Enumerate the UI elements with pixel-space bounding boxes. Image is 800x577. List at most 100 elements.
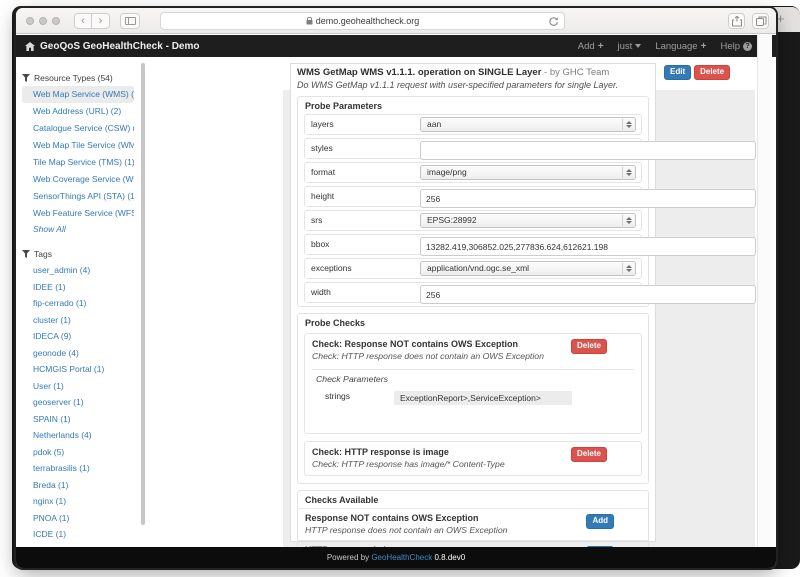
probe-parameters-heading: Probe Parameters (298, 97, 648, 114)
tags-label: Tags (34, 249, 52, 259)
tag-label: PNOA (1) (33, 513, 69, 523)
probe-actions: Edit Delete (664, 65, 730, 80)
lock-icon (306, 14, 313, 30)
back-button[interactable] (74, 13, 92, 29)
sidebar-item-resource-type[interactable]: Web Map Service (WMS) (26) (22, 86, 134, 103)
share-button[interactable] (728, 13, 745, 29)
resource-types-header: Resource Types (54) (22, 70, 140, 86)
sidebar-item-resource-type[interactable]: Web Map Tile Service (WMTS) (4) (22, 137, 134, 154)
browser-toolbar: demo.geohealthcheck.org (16, 8, 776, 34)
sidebar-item-resource-type[interactable]: SensorThings API (STA) (1) (22, 188, 134, 205)
edit-button[interactable]: Edit (664, 65, 691, 80)
sidebar-item-tag[interactable]: SPAIN (1) (22, 411, 134, 428)
sidebar-item-tag[interactable]: IDEE (1) (22, 279, 134, 296)
sidebar: Resource Types (54) Web Map Service (WMS… (16, 57, 140, 547)
param-select[interactable]: EPSG:28992 (420, 213, 636, 228)
stepper-icon (622, 263, 634, 274)
tag-label: ICDE (1) (33, 529, 66, 539)
sidebar-item-tag[interactable]: Netherlands (4) (22, 427, 134, 444)
page-scrollbar[interactable] (757, 35, 772, 547)
traffic-lights (26, 17, 60, 25)
probe-checks-list: Check: Response NOT contains OWS Excepti… (298, 333, 648, 476)
show-all-link[interactable]: Show All (22, 222, 140, 237)
sidebar-item-tag[interactable]: fip-cerrado (1) (22, 295, 134, 312)
param-select[interactable]: aan (420, 117, 636, 132)
sidebar-item-label: Tile Map Service (TMS) (1) (33, 157, 134, 167)
param-input[interactable] (420, 237, 756, 256)
sidebar-item-resource-type[interactable]: Web Coverage Service (WCS) (2) (22, 171, 134, 188)
sidebar-item-tag[interactable]: terrabrasilis (1) (22, 460, 134, 477)
sidebar-item-label: Catalogue Service (CSW) (13) (33, 123, 134, 133)
plus-icon (598, 41, 604, 52)
param-input[interactable] (420, 141, 756, 160)
sidebar-item-tag[interactable]: cluster (1) (22, 312, 134, 329)
check-box: Check: Response NOT contains OWS Excepti… (304, 333, 642, 434)
probe-checks-heading: Probe Checks (298, 314, 648, 331)
param-select[interactable]: application/vnd.ogc.se_xml (420, 261, 636, 276)
tag-label: IDEE (1) (33, 282, 66, 292)
navbar-brand[interactable]: GeoQoS GeoHealthCheck - Demo (25, 35, 199, 57)
nav-language-dropdown[interactable]: Language (655, 41, 706, 52)
probe-byline: - by GHC Team (541, 67, 609, 78)
tag-label: nginx (1) (33, 496, 66, 506)
sidebar-item-resource-type[interactable]: Tile Map Service (TMS) (1) (22, 154, 134, 171)
checks-available-list: Response NOT contains OWS Exception Add … (298, 508, 648, 547)
check-delete-button[interactable]: Delete (571, 447, 607, 462)
sidebar-item-tag[interactable]: HCMGIS Portal (1) (22, 361, 134, 378)
tab-overview-button[interactable] (752, 13, 769, 29)
sidebar-item-resource-type[interactable]: Catalogue Service (CSW) (13) (22, 120, 134, 137)
sidebar-toggle-button[interactable] (120, 13, 140, 29)
sidebar-item-tag[interactable]: User (1) (22, 378, 134, 395)
nav-help[interactable]: Help (720, 41, 752, 52)
minimize-window-button[interactable] (39, 17, 47, 25)
form-row: srs EPSG:28992 (304, 210, 642, 231)
address-bar[interactable]: demo.geohealthcheck.org (160, 12, 565, 30)
sidebar-item-tag[interactable]: user_admin (4) (22, 262, 134, 279)
form-row: format image/png (304, 162, 642, 183)
check-delete-button[interactable]: Delete (571, 339, 607, 354)
param-input[interactable] (420, 189, 756, 208)
close-window-button[interactable] (26, 17, 34, 25)
zoom-window-button[interactable] (52, 17, 60, 25)
probe-title: WMS GetMap WMS v1.1.1. operation on SING… (297, 67, 649, 78)
nav-help-label: Help (720, 41, 740, 52)
sidebar-item-tag[interactable]: nginx (1) (22, 493, 134, 510)
filter-icon (22, 74, 30, 82)
probe-subtitle: Do WMS GetMap v1.1.1 request with user-s… (297, 80, 649, 90)
sidebar-item-label: Web Address (URL) (2) (33, 106, 121, 116)
nav-add[interactable]: Add (578, 41, 604, 52)
reload-button[interactable] (548, 16, 559, 27)
sidebar-item-label: SensorThings API (STA) (1) (33, 191, 134, 201)
check-parameters-heading: Check Parameters (312, 374, 634, 384)
tag-label: SPAIN (1) (33, 414, 71, 424)
nav-language-label: Language (655, 41, 697, 52)
sidebar-item-tag[interactable]: pdok (5) (22, 444, 134, 461)
brand-label: GeoQoS GeoHealthCheck - Demo (40, 41, 199, 52)
delete-button[interactable]: Delete (694, 65, 730, 80)
sidebar-item-tag[interactable]: geoserver (1) (22, 394, 134, 411)
available-check-add-button[interactable]: Add (586, 514, 614, 529)
sidebar-item-label: Web Map Service (WMS) (26) (33, 89, 134, 99)
question-icon (743, 42, 752, 51)
nav-user-dropdown[interactable]: just (618, 41, 642, 52)
sidebar-item-tag[interactable]: ICDE (1) (22, 526, 134, 543)
stepper-icon (622, 215, 634, 226)
param-input[interactable] (420, 285, 756, 304)
available-check-row: HTTP response is image Add HTTP response… (298, 540, 648, 547)
check-box: Check: HTTP response is image Delete Che… (304, 441, 642, 476)
sidebar-item-resource-type[interactable]: Web Address (URL) (2) (22, 103, 134, 120)
sidebar-item-tag[interactable]: IDECA (9) (22, 328, 134, 345)
sidebar-item-resource-type[interactable]: Web Feature Service (WFS) (5) (22, 205, 134, 222)
sidebar-item-tag[interactable]: Breda (1) (22, 477, 134, 494)
tag-label: User (1) (33, 381, 64, 391)
url-text: demo.geohealthcheck.org (316, 16, 420, 26)
share-icon (732, 16, 742, 27)
footer-link[interactable]: GeoHealthCheck (371, 553, 432, 562)
param-select[interactable]: image/png (420, 165, 636, 180)
sidebar-scrollbar[interactable] (141, 63, 145, 525)
forward-button[interactable] (92, 13, 110, 29)
sidebar-item-tag[interactable]: PNOA (1) (22, 510, 134, 527)
check-parameters: Check Parameters strings ExceptionReport… (312, 369, 634, 427)
tabs-icon (756, 16, 767, 27)
sidebar-item-tag[interactable]: geonode (4) (22, 345, 134, 362)
